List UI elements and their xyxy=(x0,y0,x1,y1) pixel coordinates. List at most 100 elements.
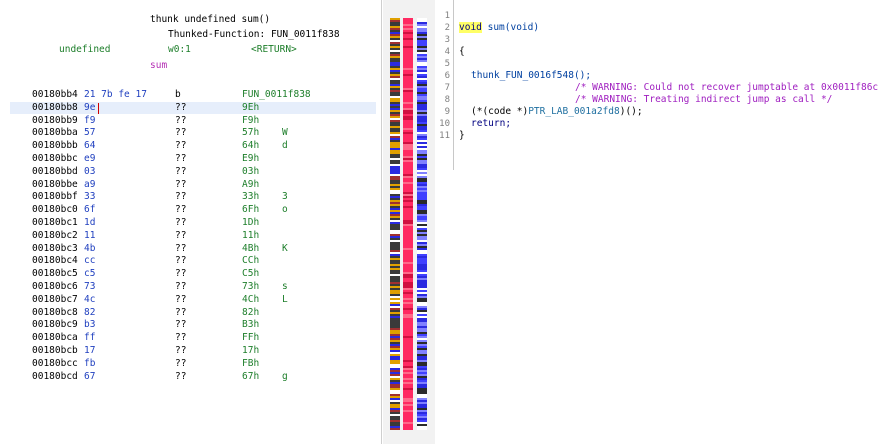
strip-segment xyxy=(403,282,413,284)
strip-segment xyxy=(403,208,413,210)
ptr-label[interactable]: PTR_LAB_001a2fd8 xyxy=(528,106,620,117)
strip-segment xyxy=(390,234,400,236)
table-row[interactable]: 00180bbd 03?? 03h xyxy=(10,166,376,179)
table-row[interactable]: 00180bca ff?? FFh xyxy=(10,332,376,345)
table-row[interactable]: 00180bc9 b3?? B3h xyxy=(10,319,376,332)
strip-segment xyxy=(417,168,427,170)
table-row[interactable]: 00180bba 57?? 57h W xyxy=(10,127,376,140)
overview-strip[interactable] xyxy=(417,18,427,430)
table-row[interactable]: 00180bbb 64?? 64h d xyxy=(10,140,376,153)
strip-segment xyxy=(417,222,427,224)
table-row[interactable]: 00180bbc e9?? E9h xyxy=(10,153,376,166)
entropy-strip[interactable] xyxy=(403,18,413,430)
strip-segment xyxy=(403,112,413,114)
mnemonic-cell: ?? xyxy=(175,191,187,203)
strip-segment xyxy=(390,204,400,206)
strip-segment xyxy=(390,114,400,116)
strip-segment xyxy=(417,186,427,188)
operand-cell: 9Eh xyxy=(242,101,260,113)
decomp-line-2[interactable]: void sum(void) xyxy=(459,22,539,34)
table-row[interactable]: 00180bcd 67?? 67h g xyxy=(10,371,376,384)
strip-segment xyxy=(417,124,427,126)
strip-segment xyxy=(403,284,413,286)
table-row[interactable]: 00180bc5 c5?? C5h xyxy=(10,268,376,281)
table-row[interactable]: 00180bb8 9e?? 9Eh xyxy=(10,101,376,115)
strip-segment xyxy=(390,192,400,194)
strip-segment xyxy=(403,130,413,132)
strip-segment xyxy=(417,88,427,90)
table-row[interactable]: 00180bb4 21 7b fe 17 b FUN_0011f838 xyxy=(10,89,376,102)
function-signature-text[interactable]: sum(void) xyxy=(482,22,539,33)
overview-marker-strip[interactable] xyxy=(390,18,400,430)
strip-segment xyxy=(417,296,427,298)
overview-bars[interactable] xyxy=(383,0,435,444)
strip-segment xyxy=(390,372,400,374)
strip-segment xyxy=(390,304,400,306)
strip-segment xyxy=(417,334,427,336)
strip-segment xyxy=(390,382,400,384)
line-number: 1 xyxy=(444,11,450,21)
table-row[interactable]: 00180bc6 73?? 73h s xyxy=(10,281,376,294)
line-number: 8 xyxy=(444,95,450,105)
table-row[interactable]: 00180bc8 82?? 82h xyxy=(10,307,376,320)
operand-cell: 73h xyxy=(242,281,260,292)
table-row[interactable]: 00180bc1 1d?? 1Dh xyxy=(10,217,376,230)
strip-segment xyxy=(417,372,427,374)
strip-segment xyxy=(417,298,427,300)
strip-segment xyxy=(417,96,427,98)
strip-segment xyxy=(403,60,413,62)
address-cell: 00180bbd xyxy=(32,165,78,177)
table-row[interactable]: 00180bc2 11?? 11h xyxy=(10,230,376,243)
function-name-label[interactable]: sum xyxy=(150,60,167,72)
strip-segment xyxy=(417,400,427,402)
strip-segment xyxy=(390,384,400,386)
strip-segment xyxy=(417,34,427,36)
pane-divider[interactable] xyxy=(381,0,382,444)
mnemonic-cell: ?? xyxy=(175,229,187,241)
strip-segment xyxy=(390,74,400,76)
strip-segment xyxy=(403,422,413,424)
mnemonic-cell: ?? xyxy=(175,165,187,177)
strip-segment xyxy=(390,358,400,360)
strip-segment xyxy=(403,54,413,56)
table-row[interactable]: 00180bc4 cc?? CCh xyxy=(10,255,376,268)
strip-segment xyxy=(417,226,427,228)
strip-segment xyxy=(417,206,427,208)
listing-view[interactable]: thunk undefined sum() Thunked-Function: … xyxy=(0,0,381,444)
strip-segment xyxy=(390,312,400,314)
table-row[interactable]: 00180bbe a9?? A9h xyxy=(10,179,376,192)
strip-segment xyxy=(403,38,413,40)
table-row[interactable]: 00180bb9 f9?? F9h xyxy=(10,115,376,128)
strip-segment xyxy=(390,118,400,120)
strip-segment xyxy=(417,352,427,354)
strip-segment xyxy=(403,260,413,262)
strip-segment xyxy=(403,368,413,370)
return-type-keyword[interactable]: void xyxy=(459,22,482,33)
strip-segment xyxy=(403,218,413,220)
thunk-call[interactable]: thunk_FUN_0016f548(); xyxy=(471,70,591,82)
strip-segment xyxy=(403,142,413,144)
strip-segment xyxy=(390,288,400,290)
table-row[interactable]: 00180bc3 4b?? 4Bh K xyxy=(10,243,376,256)
strip-segment xyxy=(417,80,427,82)
call-suffix: )(); xyxy=(619,106,643,117)
table-row[interactable]: 00180bbf 33?? 33h 3 xyxy=(10,191,376,204)
indirect-call-line[interactable]: (*(code *)PTR_LAB_001a2fd8)(); xyxy=(471,106,643,118)
operand-cell: 57h xyxy=(242,127,260,139)
strip-segment xyxy=(390,238,400,240)
strip-segment xyxy=(390,248,400,250)
strip-segment xyxy=(417,182,427,184)
decompiler-view[interactable]: 1 2 3 4 5 6 7 8 9 10 11 void sum(void) { thunk_FUN… xyxy=(437,0,891,444)
table-row[interactable]: 00180bcb 17?? 17h xyxy=(10,345,376,358)
strip-segment xyxy=(417,382,427,384)
strip-segment xyxy=(390,162,400,164)
table-row[interactable]: 00180bc0 6f?? 6Fh o xyxy=(10,204,376,217)
strip-segment xyxy=(417,152,427,154)
strip-segment xyxy=(417,276,427,278)
strip-segment xyxy=(417,342,427,344)
strip-segment xyxy=(417,50,427,52)
line-number: 9 xyxy=(444,107,450,117)
strip-segment xyxy=(390,366,400,368)
table-row[interactable]: 00180bcc fb?? FBh xyxy=(10,358,376,371)
table-row[interactable]: 00180bc7 4c?? 4Ch L xyxy=(10,294,376,307)
